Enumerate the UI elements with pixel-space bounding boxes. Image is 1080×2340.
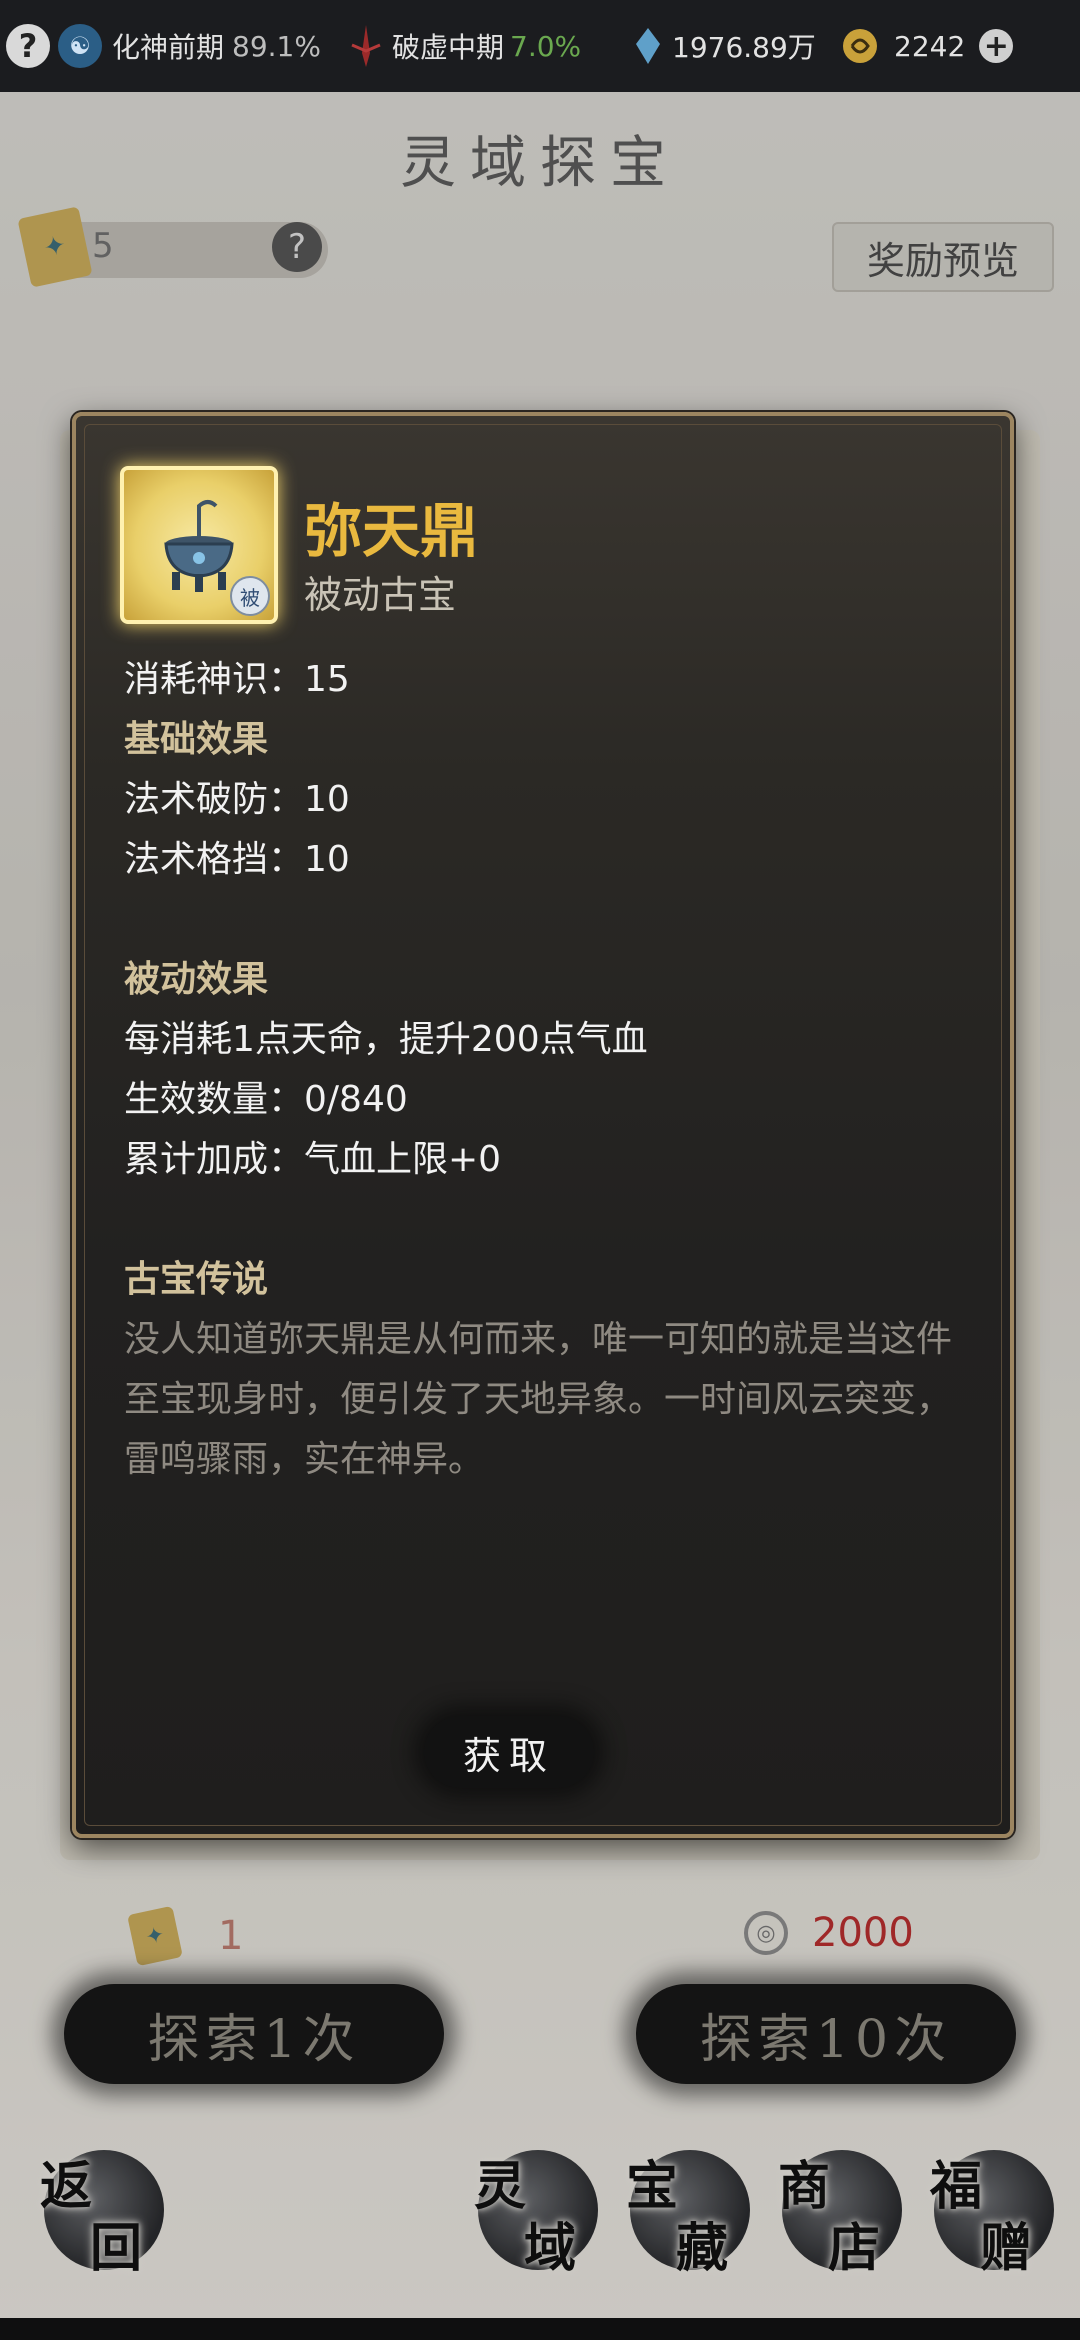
attr-line: 法术破防：10	[124, 779, 350, 820]
section-heading: 被动效果	[124, 959, 269, 1000]
item-name: 弥天鼎	[304, 497, 479, 565]
realm-name: 化神前期	[112, 31, 225, 64]
item-icon-frame: 被	[120, 466, 278, 624]
realm-progress: 89.1%	[232, 29, 321, 63]
help-icon: ?	[6, 24, 50, 68]
item-detail-modal: 被 弥天鼎 被动古宝 消耗神识：15 基础效果 法术破防：10 法术格挡：10 …	[72, 412, 1014, 1838]
attr-line: 法术格挡：10	[124, 839, 350, 880]
stage-progress: 7.0%	[510, 29, 582, 63]
realm-display[interactable]: ☯ 化神前期 89.1%	[58, 0, 321, 92]
attr-line: 消耗神识：15	[124, 659, 350, 700]
attr-line: 生效数量：0/840	[124, 1079, 408, 1120]
item-type: 被动古宝	[304, 573, 457, 617]
help-button[interactable]: ?	[6, 0, 50, 92]
section-heading: 基础效果	[124, 719, 269, 760]
obtain-button[interactable]: 获取	[424, 1716, 594, 1788]
gold-swirl-icon	[843, 29, 877, 63]
spirit-stone-amount: 1976.89万	[672, 31, 816, 64]
section-heading: 古宝传说	[124, 1259, 269, 1300]
currency-amount: 2242	[894, 29, 966, 63]
item-attributes: 消耗神识：15 基础效果 法术破防：10 法术格挡：10 被动效果 每消耗1点天…	[124, 650, 984, 1490]
stage-name: 破虚中期	[392, 31, 505, 64]
item-lore: 没人知道弥天鼎是从何而来，唯一可知的就是当这件至宝现身时，便引发了天地异象。一时…	[124, 1319, 953, 1480]
spirit-stone-display[interactable]: 1976.89万	[634, 0, 816, 92]
blade-icon	[351, 25, 381, 67]
add-currency-button[interactable]: +	[979, 29, 1014, 64]
spirit-stone-icon	[636, 28, 660, 64]
stage-display[interactable]: 破虚中期 7.0%	[348, 0, 581, 92]
attr-line: 累计加成：气血上限+0	[124, 1139, 502, 1180]
yin-yang-icon: ☯	[58, 24, 102, 68]
passive-badge: 被	[230, 576, 270, 616]
currency-display[interactable]: 2242 +	[840, 0, 1014, 92]
attr-line: 每消耗1点天命，提升200点气血	[124, 1019, 648, 1060]
status-bar: ? ☯ 化神前期 89.1% 破虚中期 7.0% 1976.89万 2242 +	[0, 0, 1080, 92]
